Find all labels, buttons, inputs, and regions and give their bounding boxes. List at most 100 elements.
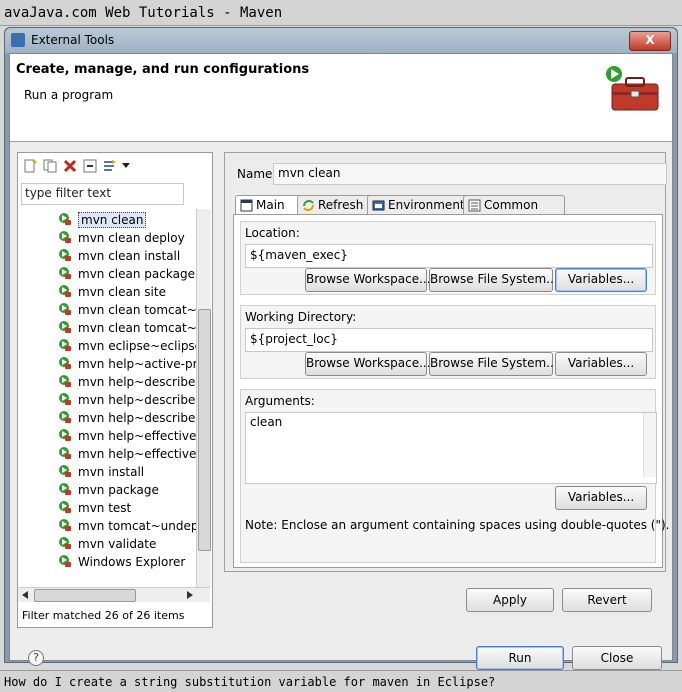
list-item[interactable]: mvn clean install [58,247,180,265]
window-app-icon [11,33,25,47]
arguments-textarea[interactable]: clean [245,412,657,484]
tree-vertical-scroll-thumb[interactable] [198,309,211,551]
tab-refresh-label: Refresh [318,198,364,212]
tree-horizontal-scrollbar[interactable] [18,587,210,602]
workdir-browse-workspace-button[interactable]: Browse Workspace... [305,352,431,376]
page-caption: How do I create a string substitution va… [0,670,682,692]
maven-launch-icon [59,213,71,225]
list-item[interactable]: mvn help~effective- [58,445,196,463]
refresh-tab-icon [303,200,314,211]
list-item[interactable]: mvn help~active-pr [58,355,196,373]
location-input[interactable]: ${maven_exec} [245,244,653,268]
revert-button[interactable]: Revert [562,588,652,612]
list-item[interactable]: mvn package [58,481,159,499]
view-menu-chevron-icon[interactable] [121,158,131,175]
header-subtitle: Run a program [24,88,114,102]
scroll-left-icon[interactable] [21,591,29,599]
site-title-bar: avaJava.com Web Tutorials - Maven [0,0,682,26]
arguments-scrollbar[interactable] [643,413,656,477]
toolbox-run-icon [606,66,659,111]
list-item[interactable]: mvn help~describe [58,391,195,409]
close-button[interactable]: Close [572,646,662,670]
maven-launch-icon [59,447,71,459]
list-item-label: mvn install [78,465,145,479]
common-tab-icon [468,199,481,212]
working-directory-label: Working Directory: [245,310,357,324]
list-item[interactable]: mvn clean tomcat~u [58,301,196,319]
workdir-browse-file-system-button[interactable]: Browse File System... [429,352,558,376]
list-item[interactable]: mvn install [58,463,144,481]
tree-vertical-scrollbar[interactable] [196,209,211,587]
workdir-variables-button[interactable]: Variables... [555,352,647,376]
run-button[interactable]: Run [476,646,564,670]
list-item[interactable]: Windows Explorer [58,553,185,571]
collapse-all-icon[interactable] [81,158,98,175]
list-item[interactable]: mvn test [58,499,131,517]
working-directory-input[interactable]: ${project_loc} [245,328,653,352]
arguments-group: Arguments: clean Variables... Note: Encl… [240,389,670,563]
config-list-panel: type filter text mvn clean mvn clean depl… [17,152,213,628]
maven-launch-icon [59,339,71,351]
list-item[interactable]: mvn clean deploy [58,229,185,247]
tab-main-label: Main [256,198,285,212]
tree-horizontal-scroll-thumb[interactable] [34,589,136,602]
list-item-label: mvn help~effective- [78,429,196,443]
dialog-header: Create, manage, and run configurations R… [10,54,672,142]
list-item-label: mvn help~active-pr [78,357,196,371]
tab-common[interactable]: Common [463,195,565,216]
config-tree: mvn clean mvn clean deploy mvn clean insta… [18,209,196,589]
list-item-label: mvn clean tomcat~r [78,321,196,335]
maven-launch-icon [59,231,71,243]
scroll-right-icon[interactable] [186,591,194,599]
arguments-text: clean [250,415,283,429]
filter-config-icon[interactable] [101,158,118,175]
location-group: Location: ${maven_exec} Browse Workspace… [240,221,656,295]
list-item[interactable]: mvn tomcat~undep [58,517,196,535]
maven-launch-icon [59,411,71,423]
list-item-label: mvn help~describe [78,393,196,407]
list-item[interactable]: mvn help~describe [58,373,195,391]
filter-input[interactable]: type filter text [21,183,184,205]
list-item[interactable]: mvn help~effective- [58,427,196,445]
new-config-icon[interactable] [21,158,38,175]
list-item[interactable]: mvn clean package [58,265,195,283]
location-label: Location: [245,226,300,240]
config-editor-panel: Name: mvn clean Main Refresh Environment [224,152,670,572]
dialog-client: Create, manage, and run configurations R… [9,53,673,670]
list-item[interactable]: mvn validate [58,535,156,553]
maven-launch-icon [59,285,71,297]
list-item[interactable]: mvn clean tomcat~r [58,319,196,337]
list-item[interactable]: mvn eclipse~eclipse [58,337,196,355]
delete-config-icon[interactable] [61,158,78,175]
name-input[interactable]: mvn clean [273,163,667,185]
duplicate-config-icon[interactable] [41,158,58,175]
window-title: External Tools [31,33,115,47]
filter-status-text: Filter matched 26 of 26 items [22,609,185,622]
window-titlebar[interactable]: External Tools X [5,28,677,53]
arguments-variables-button[interactable]: Variables... [555,486,647,510]
arguments-note: Note: Enclose an argument containing spa… [245,518,670,532]
maven-launch-icon [59,375,71,387]
main-tab-icon [240,199,253,212]
list-item[interactable]: mvn help~describe [58,409,195,427]
location-browse-workspace-button[interactable]: Browse Workspace... [305,268,431,292]
list-item-label: mvn clean deploy [78,231,185,245]
maven-launch-icon [59,519,71,531]
maven-launch-icon [59,501,71,513]
list-item-label: mvn help~effective- [78,447,196,461]
list-item-label: mvn validate [78,537,157,551]
list-item[interactable]: mvn clean site [58,283,166,301]
window-close-button[interactable]: X [629,31,671,51]
help-icon[interactable]: ? [28,650,44,666]
location-browse-file-system-button[interactable]: Browse File System... [429,268,558,292]
apply-button[interactable]: Apply [466,588,554,612]
list-item[interactable]: mvn clean [58,211,147,229]
list-item-label: mvn tomcat~undep [78,519,196,533]
tab-environment-label: Environment [388,198,465,212]
maven-launch-icon [59,321,71,333]
list-toolbar [21,156,131,176]
maven-launch-icon [59,465,71,477]
list-item-label: mvn help~describe [78,411,196,425]
location-variables-button[interactable]: Variables... [555,268,647,292]
list-item-label: mvn eclipse~eclipse [78,339,196,353]
